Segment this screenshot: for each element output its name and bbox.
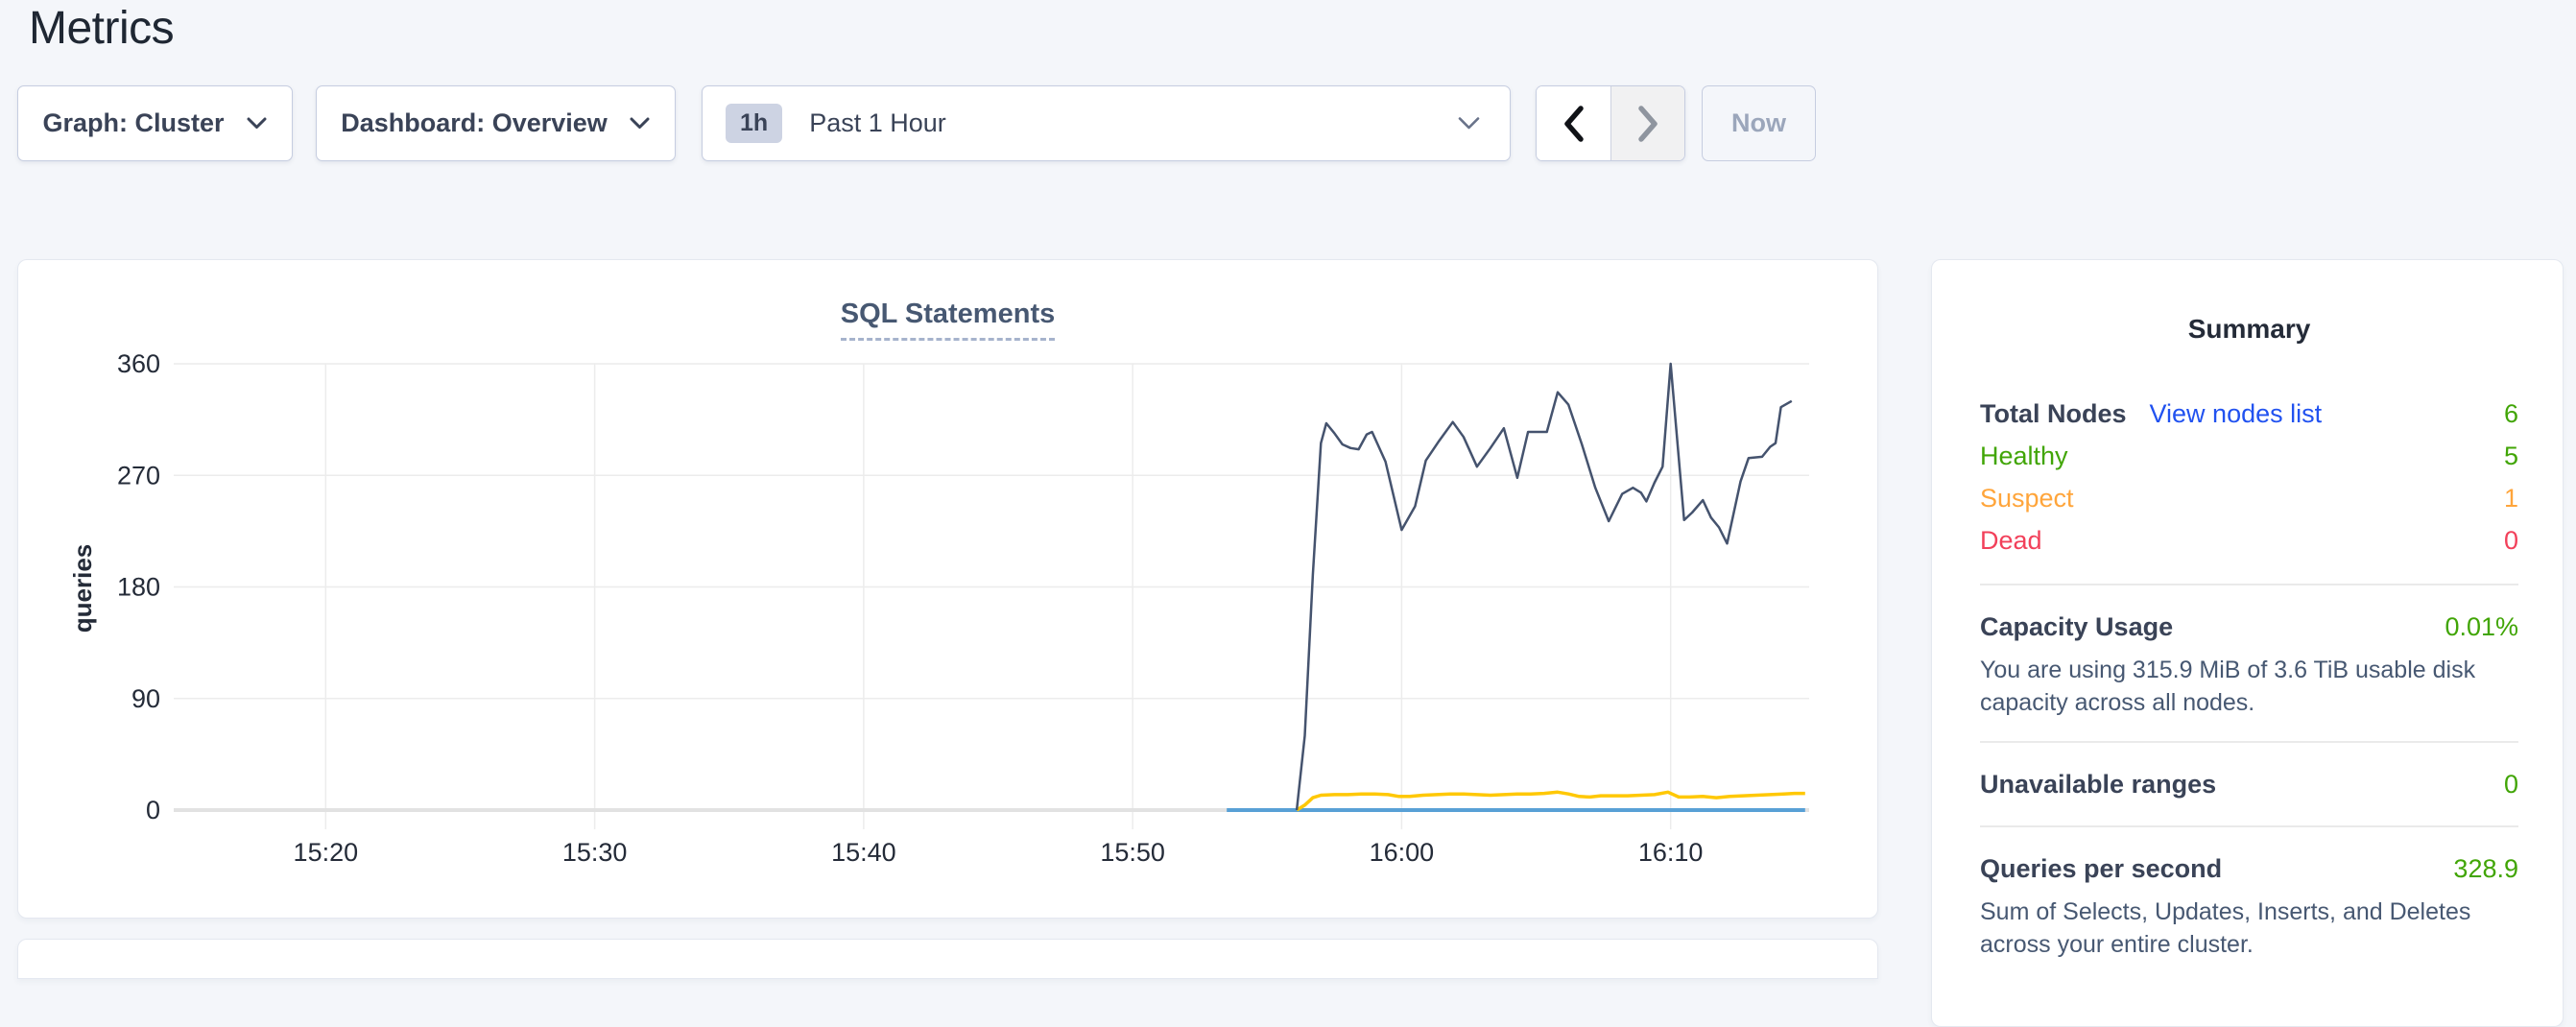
sql-statements-chart[interactable]: 0 90 180 270 360 15:20 15:30 15:40 15:50 16:00 16:…: [18, 260, 1877, 918]
view-nodes-list-link[interactable]: View nodes list: [2150, 393, 2323, 435]
svg-text:16:10: 16:10: [1638, 838, 1704, 867]
total-nodes-value: 6: [2504, 393, 2518, 435]
chevron-down-icon: [629, 116, 651, 131]
healthy-nodes-row: Healthy 5: [1980, 435, 2518, 477]
svg-text:0: 0: [146, 796, 160, 824]
total-nodes-row: Total Nodes View nodes list 6: [1980, 393, 2518, 435]
dead-nodes-row: Dead 0: [1980, 519, 2518, 561]
chevron-down-icon: [246, 116, 268, 131]
queries-per-second-description: Sum of Selects, Updates, Inserts, and De…: [1980, 896, 2518, 961]
capacity-usage-value: 0.01%: [2445, 608, 2518, 646]
svg-text:15:20: 15:20: [294, 838, 359, 867]
svg-text:16:00: 16:00: [1370, 838, 1435, 867]
sql-statements-card: SQL Statements queries 0 90 180 270 360 15:20…: [17, 259, 1878, 919]
svg-text:90: 90: [131, 684, 160, 713]
dashboard-dropdown[interactable]: Dashboard: Overview: [316, 85, 676, 161]
svg-text:15:40: 15:40: [831, 838, 896, 867]
time-window-label: Past 1 Hour: [809, 108, 1457, 138]
graph-dropdown-label: Graph: Cluster: [42, 108, 224, 138]
toolbar: Graph: Cluster Dashboard: Overview 1h Pa…: [17, 85, 1816, 161]
summary-panel: Summary Total Nodes View nodes list 6 He…: [1931, 259, 2564, 1027]
series-low-rate: [1297, 792, 1805, 810]
svg-text:270: 270: [117, 461, 160, 490]
dead-label: Dead: [1980, 519, 2042, 561]
y-axis-label: queries: [68, 511, 97, 666]
chevron-right-icon: [1635, 104, 1661, 144]
unavailable-ranges-row: Unavailable ranges 0: [1980, 765, 2518, 803]
healthy-value: 5: [2504, 435, 2518, 477]
unavailable-ranges-value: 0: [2504, 765, 2518, 803]
time-window-badge: 1h: [726, 104, 782, 143]
divider: [1980, 825, 2518, 827]
chart-title: SQL Statements: [18, 299, 1877, 330]
chevron-left-icon: [1561, 104, 1586, 144]
divider: [1980, 741, 2518, 743]
time-back-button[interactable]: [1537, 86, 1610, 160]
queries-per-second-value: 328.9: [2453, 849, 2518, 888]
svg-text:180: 180: [117, 573, 160, 602]
dashboard-dropdown-label: Dashboard: Overview: [341, 108, 608, 138]
time-window-picker[interactable]: 1h Past 1 Hour: [702, 85, 1511, 161]
suspect-label: Suspect: [1980, 477, 2074, 519]
capacity-usage-description: You are using 315.9 MiB of 3.6 TiB usabl…: [1980, 654, 2518, 719]
time-forward-button[interactable]: [1610, 86, 1684, 160]
unavailable-ranges-label: Unavailable ranges: [1980, 765, 2216, 803]
capacity-usage-label: Capacity Usage: [1980, 608, 2173, 646]
dead-value: 0: [2504, 519, 2518, 561]
svg-text:15:30: 15:30: [562, 838, 628, 867]
now-button[interactable]: Now: [1702, 85, 1816, 161]
chart-title-text[interactable]: SQL Statements: [841, 299, 1055, 341]
suspect-value: 1: [2504, 477, 2518, 519]
chevron-down-icon: [1457, 116, 1481, 131]
page-title: Metrics: [29, 2, 174, 55]
time-nav-buttons: [1536, 85, 1685, 161]
queries-per-second-label: Queries per second: [1980, 849, 2222, 888]
summary-heading: Summary: [1980, 314, 2518, 345]
next-chart-card: [17, 939, 1878, 979]
queries-per-second-row: Queries per second 328.9: [1980, 849, 2518, 888]
total-nodes-label: Total Nodes: [1980, 393, 2127, 435]
svg-text:360: 360: [117, 349, 160, 378]
svg-text:15:50: 15:50: [1100, 838, 1165, 867]
healthy-label: Healthy: [1980, 435, 2068, 477]
divider: [1980, 584, 2518, 585]
graph-dropdown[interactable]: Graph: Cluster: [17, 85, 293, 161]
capacity-usage-row: Capacity Usage 0.01%: [1980, 608, 2518, 646]
suspect-nodes-row: Suspect 1: [1980, 477, 2518, 519]
